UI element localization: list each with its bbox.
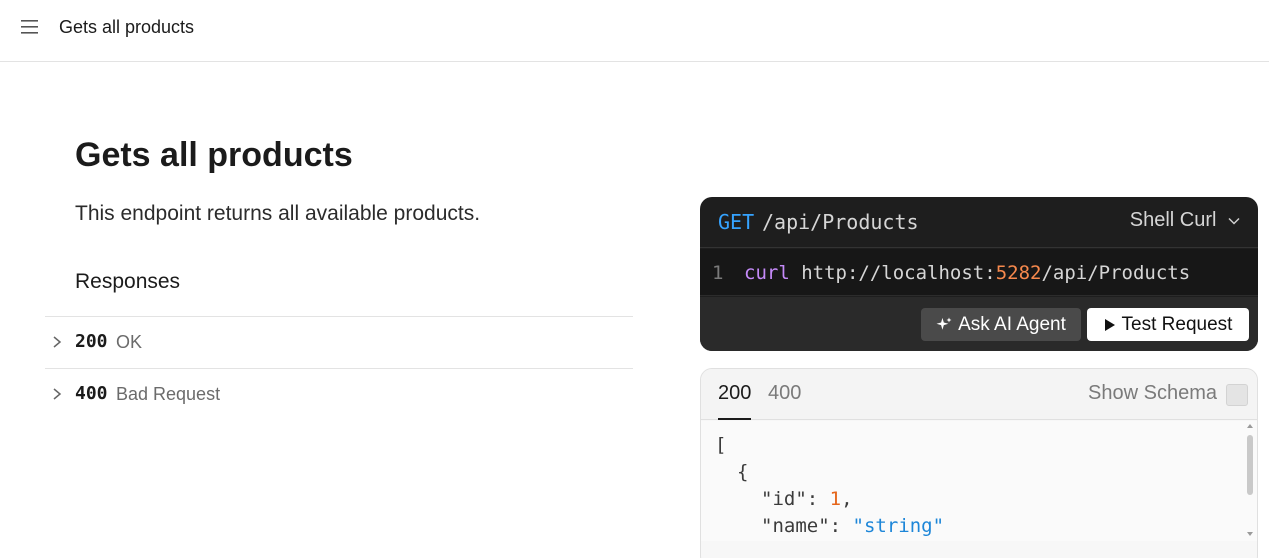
tab-400[interactable]: 400 — [768, 382, 801, 405]
show-schema-checkbox[interactable] — [1226, 384, 1248, 406]
json-example: [ { "id": 1, "name": "string" — [701, 421, 1257, 541]
json-open-brace: { — [737, 461, 749, 483]
language-select[interactable]: Shell Curl — [1130, 209, 1240, 232]
code-line: 1 curl http://localhost:5282/api/Product… — [700, 249, 1258, 296]
tab-200[interactable]: 200 — [718, 382, 752, 420]
responses-heading: Responses — [75, 270, 181, 293]
ask-ai-agent-label: Ask AI Agent — [958, 313, 1066, 335]
scroll-up-icon — [1247, 424, 1253, 428]
page-title: Gets all products — [75, 136, 353, 174]
curl-command: curl http://localhost:5282/api/Products — [744, 262, 1190, 284]
response-label: OK — [116, 332, 143, 352]
show-schema-label: Show Schema — [1088, 382, 1217, 404]
response-row-400[interactable]: 400 Bad Request — [45, 368, 633, 420]
request-header: GET /api/Products Shell Curl — [700, 197, 1258, 248]
language-label: Shell Curl — [1129, 209, 1217, 231]
scroll-down-icon — [1247, 532, 1253, 536]
chevron-right-icon — [53, 388, 62, 400]
responses-list: 200 OK 400 Bad Request — [45, 316, 633, 420]
scroll-thumb[interactable] — [1247, 435, 1253, 495]
response-tabs: 200 400 Show Schema — [701, 369, 1257, 420]
menu-icon[interactable] — [18, 16, 42, 38]
json-id-value: 1 — [829, 488, 842, 510]
json-scrollbar[interactable] — [1245, 421, 1255, 539]
response-example-card: 200 400 Show Schema [ { "id": 1, "name":… — [700, 368, 1258, 558]
page-description: This endpoint returns all available prod… — [75, 202, 481, 225]
line-number: 1 — [712, 262, 724, 284]
json-open-bracket: [ — [715, 434, 727, 456]
ask-ai-agent-button[interactable]: Ask AI Agent — [921, 308, 1081, 341]
response-code: 400 — [75, 383, 108, 404]
json-name-line: "name": "string" — [761, 515, 945, 537]
curl-keyword: curl — [744, 262, 790, 284]
test-request-button[interactable]: Test Request — [1087, 308, 1249, 341]
response-code: 200 — [75, 331, 108, 352]
chevron-right-icon — [53, 336, 62, 348]
response-label: Bad Request — [116, 384, 221, 404]
json-name-key: "name" — [761, 515, 830, 537]
request-card: GET /api/Products Shell Curl 1 curl http… — [700, 197, 1258, 351]
request-path: /api/Products — [762, 210, 919, 234]
url-port: 5282 — [995, 262, 1042, 284]
request-actions: Ask AI Agent Test Request — [700, 297, 1258, 351]
play-icon — [1104, 318, 1115, 331]
header-title: Gets all products — [59, 17, 195, 37]
json-name-value: "string" — [852, 515, 945, 537]
http-method: GET — [718, 210, 755, 234]
top-bar: Gets all products — [0, 0, 1269, 62]
url-suffix: /api/Products — [1041, 262, 1191, 284]
chevron-down-icon — [1228, 217, 1240, 225]
json-id-line: "id": 1, — [761, 488, 853, 510]
json-id-key: "id" — [761, 488, 807, 510]
response-row-200[interactable]: 200 OK — [45, 316, 633, 368]
sparkle-icon — [936, 317, 952, 330]
url-prefix: http://localhost: — [801, 262, 996, 284]
test-request-label: Test Request — [1121, 313, 1233, 335]
